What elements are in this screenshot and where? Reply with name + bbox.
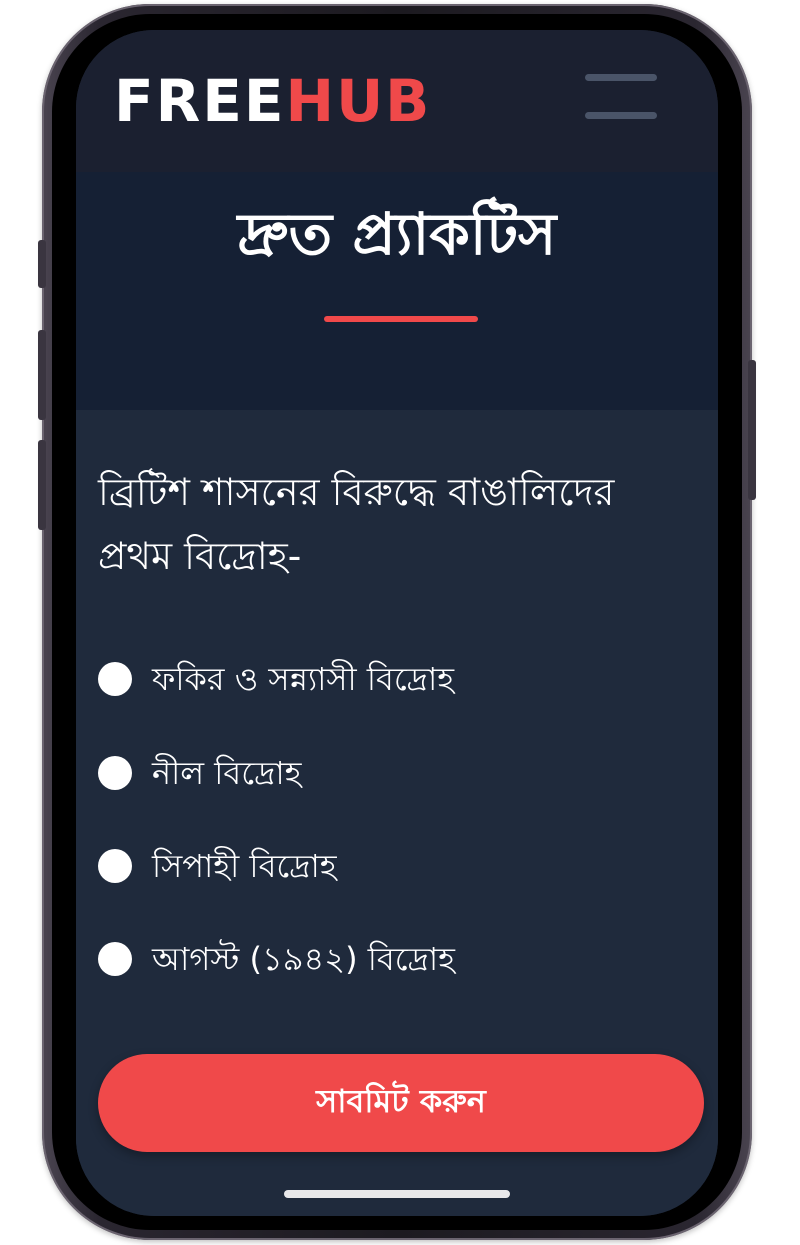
option-label: সিপাহী বিদ্রোহ — [152, 847, 337, 885]
phone-volume-up-button — [38, 330, 46, 420]
phone-screen: FREEHUB দ্রুত প্র্যাকটিস ব্রিটিশ শাসনের … — [76, 30, 718, 1216]
phone-volume-down-button — [38, 440, 46, 530]
option-label: নীল বিদ্রোহ — [152, 754, 302, 792]
freehub-logo[interactable]: FREEHUB — [114, 66, 431, 136]
title-underline — [324, 316, 478, 322]
option-label: আগস্ট (১৯৪২) বিদ্রোহ — [152, 940, 455, 978]
radio-button[interactable] — [98, 942, 132, 976]
app-header: FREEHUB — [76, 30, 718, 172]
submit-button[interactable]: সাবমিট করুন — [98, 1054, 704, 1152]
phone-power-button — [748, 360, 756, 500]
phone-silent-switch — [38, 240, 46, 288]
menu-line — [585, 74, 657, 81]
home-indicator[interactable] — [284, 1190, 510, 1198]
logo-hub: HUB — [285, 67, 432, 135]
logo-free: FREE — [114, 67, 286, 135]
radio-button[interactable] — [98, 849, 132, 883]
menu-line — [585, 112, 657, 119]
option-3[interactable]: সিপাহী বিদ্রোহ — [98, 837, 698, 897]
question-text: ব্রিটিশ শাসনের বিরুদ্ধে বাঙালিদের প্রথম … — [98, 470, 615, 578]
radio-button[interactable] — [98, 756, 132, 790]
page-title: দ্রুত প্র্যাকটিস — [237, 200, 557, 268]
hero-section: দ্রুত প্র্যাকটিস — [76, 172, 718, 410]
option-1[interactable]: ফকির ও সন্ন্যাসী বিদ্রোহ — [98, 650, 698, 710]
option-2[interactable]: নীল বিদ্রোহ — [98, 744, 698, 804]
radio-button[interactable] — [98, 662, 132, 696]
hamburger-menu-icon[interactable] — [582, 70, 660, 126]
option-label: ফকির ও সন্ন্যাসী বিদ্রোহ — [152, 660, 455, 698]
option-4[interactable]: আগস্ট (১৯৪২) বিদ্রোহ — [98, 930, 698, 990]
